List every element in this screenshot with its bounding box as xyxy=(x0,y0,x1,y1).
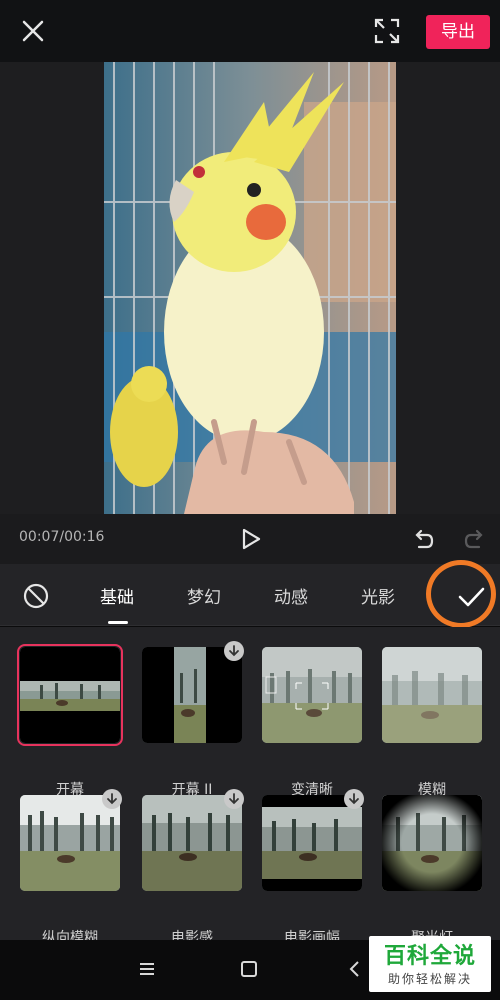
fullscreen-icon[interactable] xyxy=(372,16,402,46)
download-icon[interactable] xyxy=(224,641,244,661)
tab-dynamic[interactable]: 动感 xyxy=(274,583,308,608)
effect-thumbnail[interactable] xyxy=(382,647,482,743)
checkmark-icon[interactable] xyxy=(456,584,486,610)
effects-grid: 开幕开幕 II变清晰模糊纵向模糊电影感电影画幅聚光灯 xyxy=(0,627,500,946)
redo-icon[interactable] xyxy=(462,526,488,552)
menu-icon[interactable] xyxy=(138,960,156,978)
tab-dreamy[interactable]: 梦幻 xyxy=(187,583,221,608)
watermark-title: 百科全说 xyxy=(383,944,476,969)
download-icon[interactable] xyxy=(224,789,244,809)
tab-light-shadow[interactable]: 光影 xyxy=(361,583,395,608)
video-preview-area xyxy=(0,62,500,514)
effect-thumbnail[interactable] xyxy=(17,644,123,746)
effect-thumbnail[interactable] xyxy=(142,647,242,743)
effect-thumbnail[interactable] xyxy=(142,795,242,891)
playback-controls: 00:07/00:16 xyxy=(0,514,500,564)
home-icon[interactable] xyxy=(240,960,258,978)
watermark-logo: 百科全说 助你轻松解决 xyxy=(369,936,491,992)
effect-thumbnail[interactable] xyxy=(262,647,362,743)
timecode: 00:07/00:16 xyxy=(19,529,105,545)
download-icon[interactable] xyxy=(344,789,364,809)
tab-basic[interactable]: 基础 xyxy=(100,583,134,608)
top-bar: 导出 xyxy=(0,0,500,62)
export-button[interactable]: 导出 xyxy=(426,15,490,49)
close-icon[interactable] xyxy=(16,14,50,48)
effect-thumbnail[interactable] xyxy=(20,795,120,891)
video-frame[interactable] xyxy=(104,62,396,514)
active-tab-indicator xyxy=(108,621,128,624)
effect-thumbnail[interactable] xyxy=(262,795,362,891)
download-icon[interactable] xyxy=(102,789,122,809)
play-icon[interactable] xyxy=(238,526,264,552)
effect-category-tabs: 基础 梦幻 动感 光影 xyxy=(0,564,500,626)
effect-thumbnail[interactable] xyxy=(382,795,482,891)
undo-icon[interactable] xyxy=(410,526,436,552)
back-icon[interactable] xyxy=(346,960,364,978)
no-effect-icon[interactable] xyxy=(22,582,50,610)
watermark-subtitle: 助你轻松解决 xyxy=(387,972,472,986)
